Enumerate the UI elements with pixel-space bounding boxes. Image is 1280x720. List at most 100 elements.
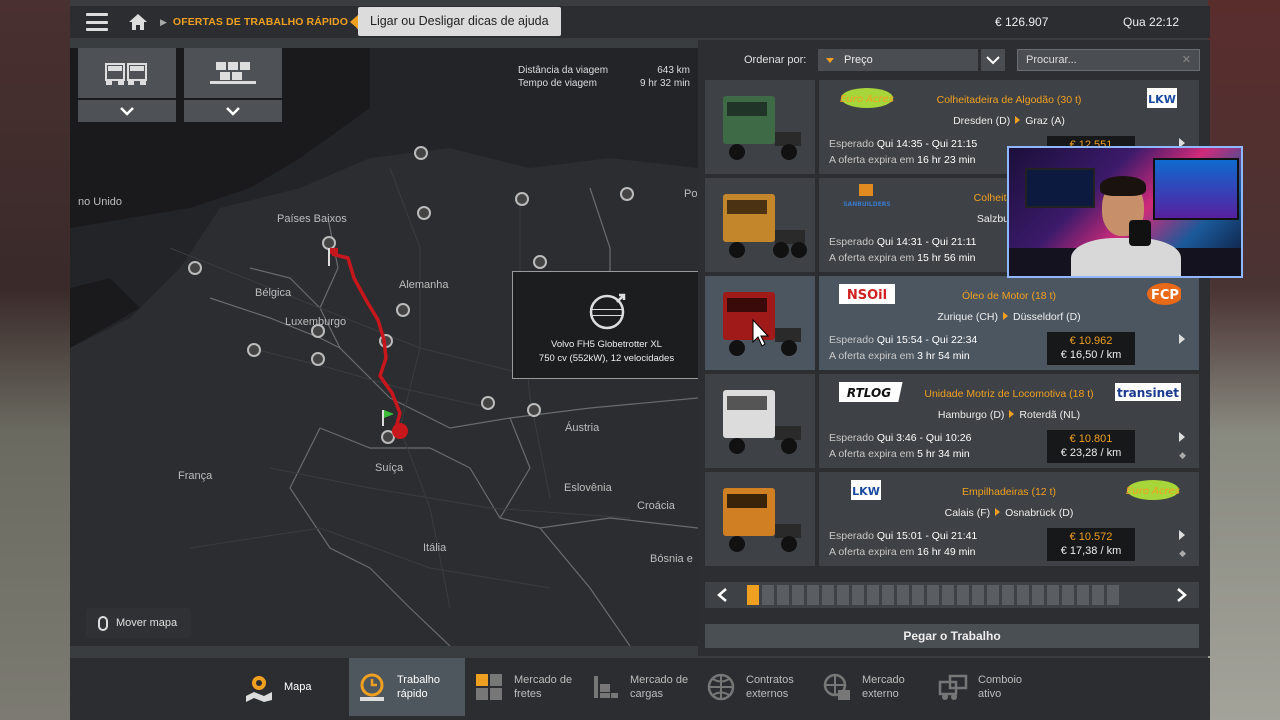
- pager-page[interactable]: [942, 585, 954, 605]
- nav-cargo-market[interactable]: Mercado de cargas: [590, 658, 700, 716]
- pager-page[interactable]: [1017, 585, 1029, 605]
- nav-freight-market[interactable]: Mercado de fretes: [474, 658, 584, 716]
- pager-page[interactable]: [1032, 585, 1044, 605]
- pager-page[interactable]: [987, 585, 999, 605]
- pager-page[interactable]: [1002, 585, 1014, 605]
- chevron-down-icon: [226, 107, 240, 116]
- pager-page[interactable]: [762, 585, 774, 605]
- sort-label: Ordenar por:: [744, 54, 807, 66]
- breadcrumb-arrow-icon: ▶: [160, 16, 167, 27]
- pager-page[interactable]: [777, 585, 789, 605]
- pager-page[interactable]: [792, 585, 804, 605]
- pager-page[interactable]: [807, 585, 819, 605]
- job-card[interactable]: LKW Euro Acres Empilhadeiras (12 t) Cala…: [705, 472, 1199, 566]
- clear-search-icon[interactable]: ✕: [1182, 50, 1191, 70]
- job-details: LKW Euro Acres Empilhadeiras (12 t) Cala…: [819, 472, 1199, 566]
- truck-thumbnail: [705, 374, 815, 468]
- route: Zurique (CH) Düsseldorf (D): [819, 311, 1199, 323]
- pay-total: € 10.962: [1069, 335, 1113, 347]
- search-input[interactable]: Procurar... ✕: [1017, 49, 1200, 71]
- expected-time: Esperado Qui 15:54 - Qui 22:34: [829, 334, 978, 346]
- expected-time: Esperado Qui 14:31 - Qui 21:11: [829, 236, 977, 248]
- pager-page[interactable]: [1092, 585, 1104, 605]
- nav-map[interactable]: Mapa: [240, 658, 350, 716]
- job-details: NSOil FCP Óleo de Motor (18 t) Zurique (…: [819, 276, 1199, 370]
- nav-active-convoy[interactable]: Comboio ativo: [938, 658, 1048, 716]
- breadcrumb-title: OFERTAS DE TRABALHO RÁPIDO: [172, 16, 348, 28]
- pager-page[interactable]: [882, 585, 894, 605]
- pay-rate: € 16,50 / km: [1060, 349, 1122, 361]
- pager-next-button[interactable]: [1165, 582, 1199, 608]
- pager-page[interactable]: [897, 585, 909, 605]
- webcam-person-hair: [1100, 176, 1146, 196]
- gem-icon: ◆: [1179, 548, 1186, 558]
- pager-page[interactable]: [747, 585, 759, 605]
- route-map[interactable]: Distância da viagem 643 km Tempo de viage…: [70, 48, 698, 646]
- pager-page[interactable]: [972, 585, 984, 605]
- pager-pages[interactable]: [747, 585, 1119, 605]
- cargo-name: Unidade Motriz de Locomotiva (18 t): [924, 388, 1094, 400]
- map-label-luxembourg: Luxemburgo: [285, 316, 347, 328]
- expected-time: Esperado Qui 3:46 - Qui 10:26: [829, 432, 972, 444]
- cargo-name: Colheitadeira de Algodão (30 t): [936, 94, 1082, 106]
- route-from: Dresden (D): [953, 115, 1011, 127]
- job-arrow-icon[interactable]: [1179, 334, 1185, 344]
- truck-filter-button[interactable]: [78, 48, 176, 98]
- job-details: RTLOG transinet Unidade Motriz de Locomo…: [819, 374, 1199, 468]
- map-label-croatia: Croácia: [637, 500, 675, 512]
- trailer-icon: [210, 62, 256, 84]
- chevron-down-icon: [986, 55, 1000, 64]
- cargo-name: Empilhadeiras (12 t): [962, 486, 1056, 498]
- route-to: Osnabrück (D): [1005, 507, 1074, 519]
- take-job-button[interactable]: Pegar o Trabalho: [705, 624, 1199, 648]
- volvo-logo-icon: [589, 293, 626, 330]
- pager-page[interactable]: [912, 585, 924, 605]
- map-label-bosnia: Bósnia e: [650, 553, 693, 565]
- expected-time: Esperado Qui 14:35 - Qui 21:15: [829, 138, 978, 150]
- map-label-uk: no Unido: [78, 196, 123, 208]
- pager-page[interactable]: [867, 585, 879, 605]
- tooltip-arrow-icon: [350, 14, 358, 29]
- mouse-icon: [98, 615, 108, 631]
- nav-map-label: Mapa: [284, 681, 312, 693]
- job-card[interactable]: RTLOG transinet Unidade Motriz de Locomo…: [705, 374, 1199, 468]
- home-icon[interactable]: [128, 13, 148, 31]
- sort-select[interactable]: Preço: [818, 49, 978, 71]
- cargo-filter-dropdown[interactable]: [184, 100, 282, 122]
- job-card-selected[interactable]: NSOil FCP Óleo de Motor (18 t) Zurique (…: [705, 276, 1199, 370]
- distance-label: Distância da viagem: [518, 65, 609, 76]
- help-tooltip: Ligar ou Desligar dicas de ajuda: [350, 7, 561, 36]
- menu-icon[interactable]: [86, 13, 108, 31]
- nav-quick-job-line2: rápido: [397, 688, 428, 700]
- map-label-germany: Alemanha: [399, 279, 449, 291]
- pager-page[interactable]: [1077, 585, 1089, 605]
- pager-prev-button[interactable]: [705, 582, 739, 608]
- job-arrow-icon[interactable]: [1179, 432, 1185, 442]
- pager-page[interactable]: [1047, 585, 1059, 605]
- pager-page[interactable]: [837, 585, 849, 605]
- pager-page[interactable]: [822, 585, 834, 605]
- cargo-filter-button[interactable]: [184, 48, 282, 98]
- sort-dropdown-button[interactable]: [981, 49, 1005, 71]
- pager-page[interactable]: [1107, 585, 1119, 605]
- map-label-switzerland: Suíça: [375, 462, 404, 474]
- pager-page[interactable]: [1062, 585, 1074, 605]
- map-label-belgium: Bélgica: [255, 287, 292, 299]
- nav-contracts-line2: externos: [746, 688, 789, 700]
- nav-external-contracts[interactable]: Contratos externos: [706, 658, 816, 716]
- webcam-monitor: [1153, 158, 1239, 220]
- route-arrow-icon: [1009, 410, 1015, 418]
- nav-quick-job[interactable]: Trabalho rápido: [349, 658, 465, 716]
- pager-page[interactable]: [957, 585, 969, 605]
- truck-filter-dropdown[interactable]: [78, 100, 176, 122]
- pager-page[interactable]: [927, 585, 939, 605]
- expected-time: Esperado Qui 15:01 - Qui 21:41: [829, 530, 978, 542]
- job-arrow-icon[interactable]: [1179, 530, 1185, 540]
- map-label-netherlands: Países Baixos: [277, 213, 347, 225]
- pager-page[interactable]: [852, 585, 864, 605]
- truck-name: Volvo FH5 Globetrotter XL: [551, 339, 662, 350]
- nav-external-market[interactable]: Mercado externo: [822, 658, 932, 716]
- webcam-person-body: [1071, 238, 1181, 276]
- cargo-name: Óleo de Motor (18 t): [962, 290, 1056, 302]
- route-to: Graz (A): [1025, 115, 1065, 127]
